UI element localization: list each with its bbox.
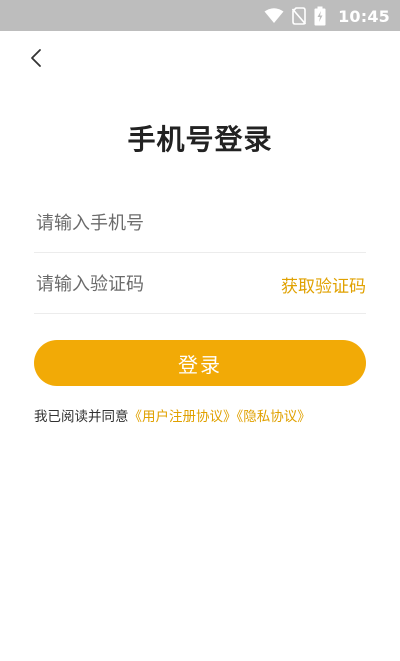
phone-input[interactable]: [34, 203, 366, 244]
agreement-prefix: 我已阅读并同意: [34, 409, 129, 425]
status-bar: 10:45: [0, 0, 400, 31]
user-agreement-link[interactable]: 《用户注册协议》: [129, 409, 237, 425]
agreement-text: 我已阅读并同意《用户注册协议》《隐私协议》: [34, 405, 311, 425]
battery-charging-icon: [314, 6, 326, 26]
page-title: 手机号登录: [127, 123, 273, 156]
login-button[interactable]: 登录: [34, 340, 366, 386]
code-field-row: 获取验证码: [34, 256, 366, 314]
chevron-left-icon: [29, 48, 43, 72]
phone-field-row: [34, 195, 366, 253]
back-button[interactable]: [20, 46, 52, 74]
verification-code-input[interactable]: [34, 264, 273, 305]
no-sim-icon: [292, 7, 307, 25]
get-code-button[interactable]: 获取验证码: [273, 272, 366, 297]
wifi-icon: [264, 8, 284, 24]
status-time: 10:45: [338, 6, 390, 26]
privacy-policy-link[interactable]: 《隐私协议》: [237, 409, 311, 425]
status-icons: 10:45: [264, 5, 390, 27]
